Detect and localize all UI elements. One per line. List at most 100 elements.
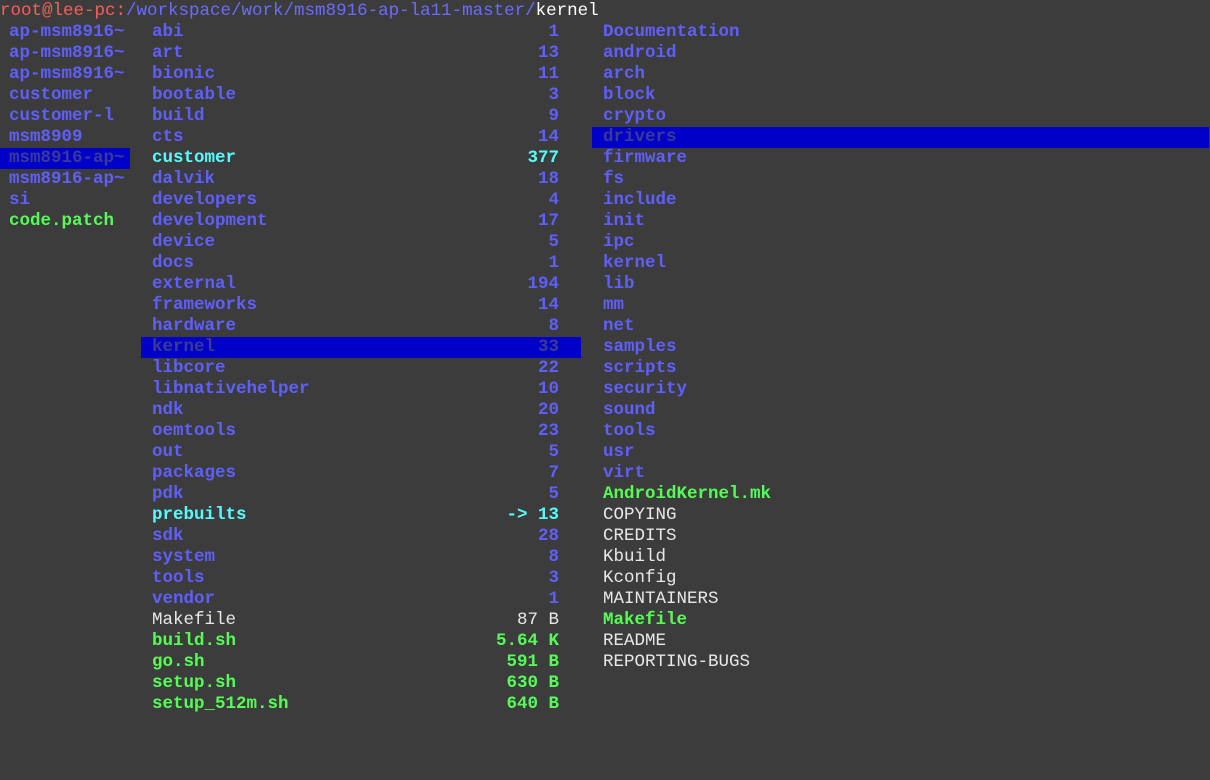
file-entry[interactable]: setup_512m.sh 640 B — [141, 694, 581, 715]
file-entry[interactable]: Kbuild — [592, 547, 1209, 568]
directory-entry[interactable]: out 5 — [141, 442, 581, 463]
file-entry[interactable]: REPORTING-BUGS — [592, 652, 1209, 673]
directory-entry[interactable]: security — [592, 379, 1209, 400]
directory-entry[interactable]: scripts — [592, 358, 1209, 379]
directory-entry[interactable]: kernel 33 — [141, 337, 581, 358]
file-entry[interactable]: AndroidKernel.mk — [592, 484, 1209, 505]
directory-entry[interactable]: docs 1 — [141, 253, 581, 274]
directory-entry[interactable]: frameworks 14 — [141, 295, 581, 316]
directory-entry[interactable]: block — [592, 85, 1209, 106]
directory-entry[interactable]: vendor 1 — [141, 589, 581, 610]
directory-entry[interactable]: libnativehelper 10 — [141, 379, 581, 400]
directory-entry[interactable]: developers 4 — [141, 190, 581, 211]
entry-name: scripts — [603, 358, 677, 378]
entry-name: samples — [603, 337, 677, 357]
directory-entry[interactable]: tools — [592, 421, 1209, 442]
entry-size: 33 — [537, 337, 559, 357]
directory-entry[interactable]: samples — [592, 337, 1209, 358]
directory-entry[interactable]: customer — [0, 85, 130, 106]
directory-entry[interactable]: ndk 20 — [141, 400, 581, 421]
entry-size: 3 — [548, 568, 559, 588]
entry-name: net — [603, 316, 635, 336]
directory-entry[interactable]: device 5 — [141, 232, 581, 253]
directory-entry[interactable]: net — [592, 316, 1209, 337]
directory-entry[interactable]: ap-msm8916~ — [0, 22, 130, 43]
directory-entry[interactable]: ipc — [592, 232, 1209, 253]
directory-entry[interactable]: development 17 — [141, 211, 581, 232]
directory-entry[interactable]: fs — [592, 169, 1209, 190]
directory-entry[interactable]: ap-msm8916~ — [0, 43, 130, 64]
directory-entry[interactable]: usr — [592, 442, 1209, 463]
file-entry[interactable]: Makefile — [592, 610, 1209, 631]
file-entry[interactable]: COPYING — [592, 505, 1209, 526]
directory-entry[interactable]: external 194 — [141, 274, 581, 295]
entry-size: 1 — [548, 589, 559, 609]
entry-name: security — [603, 379, 688, 399]
directory-entry[interactable]: customer-l — [0, 106, 130, 127]
file-entry[interactable]: Makefile 87 B — [141, 610, 581, 631]
entry-name: Makefile — [603, 610, 688, 630]
directory-entry[interactable]: drivers — [592, 127, 1209, 148]
entry-size: 18 — [537, 169, 559, 189]
directory-entry[interactable]: packages 7 — [141, 463, 581, 484]
directory-entry[interactable]: build 9 — [141, 106, 581, 127]
directory-entry[interactable]: msm8909 — [0, 127, 130, 148]
directory-entry[interactable]: cts 14 — [141, 127, 581, 148]
directory-entry[interactable]: sound — [592, 400, 1209, 421]
entry-name: firmware — [603, 148, 688, 168]
entry-size: 591 B — [506, 652, 559, 672]
entry-name: out — [152, 442, 184, 462]
entry-name: kernel — [152, 337, 216, 357]
directory-entry[interactable]: libcore 22 — [141, 358, 581, 379]
file-entry[interactable]: build.sh 5.64 K — [141, 631, 581, 652]
directory-entry[interactable]: android — [592, 43, 1209, 64]
directory-entry[interactable]: dalvik 18 — [141, 169, 581, 190]
directory-entry[interactable]: sdk 28 — [141, 526, 581, 547]
directory-entry[interactable]: kernel — [592, 253, 1209, 274]
directory-entry[interactable]: firmware — [592, 148, 1209, 169]
directory-entry[interactable]: Documentation — [592, 22, 1209, 43]
directory-entry[interactable]: hardware 8 — [141, 316, 581, 337]
entry-name: drivers — [603, 127, 677, 147]
file-entry[interactable]: README — [592, 631, 1209, 652]
file-entry[interactable]: MAINTAINERS — [592, 589, 1209, 610]
directory-entry[interactable]: pdk 5 — [141, 484, 581, 505]
entry-name: msm8909 — [9, 127, 83, 147]
file-entry[interactable]: code.patch — [0, 211, 130, 232]
directory-entry[interactable]: msm8916-ap~ — [0, 169, 130, 190]
directory-entry[interactable]: include — [592, 190, 1209, 211]
entry-size: 1 — [548, 22, 559, 42]
directory-entry[interactable]: abi 1 — [141, 22, 581, 43]
directory-entry[interactable]: system 8 — [141, 547, 581, 568]
entry-name: system — [152, 547, 216, 567]
directory-entry[interactable]: prebuilts -> 13 — [141, 505, 581, 526]
directory-entry[interactable]: init — [592, 211, 1209, 232]
directory-entry[interactable]: tools 3 — [141, 568, 581, 589]
directory-entry[interactable]: customer 377 — [141, 148, 581, 169]
directory-entry[interactable]: crypto — [592, 106, 1209, 127]
entry-name: vendor — [152, 589, 216, 609]
directory-entry[interactable]: art 13 — [141, 43, 581, 64]
directory-entry[interactable]: ap-msm8916~ — [0, 64, 130, 85]
file-entry[interactable]: go.sh 591 B — [141, 652, 581, 673]
directory-entry[interactable]: virt — [592, 463, 1209, 484]
entry-name: oemtools — [152, 421, 237, 441]
directory-entry[interactable]: oemtools 23 — [141, 421, 581, 442]
entry-size: 87 B — [516, 610, 559, 630]
file-entry[interactable]: Kconfig — [592, 568, 1209, 589]
directory-entry[interactable]: si — [0, 190, 130, 211]
directory-entry[interactable]: msm8916-ap~ — [0, 148, 130, 169]
directory-entry[interactable]: arch — [592, 64, 1209, 85]
directory-entry[interactable]: bootable 3 — [141, 85, 581, 106]
file-entry[interactable]: setup.sh 630 B — [141, 673, 581, 694]
prompt-path: /workspace/work/msm8916-ap-la11-master/ — [126, 1, 536, 21]
current-directory-pane: abi 1 art 13 bionic 11 bootable 3 build 9 cts 14 cus… — [141, 22, 581, 715]
directory-entry[interactable]: bionic 11 — [141, 64, 581, 85]
directory-entry[interactable]: lib — [592, 274, 1209, 295]
entry-size: 23 — [537, 421, 559, 441]
file-entry[interactable]: CREDITS — [592, 526, 1209, 547]
entry-name: bootable — [152, 85, 237, 105]
directory-entry[interactable]: mm — [592, 295, 1209, 316]
entry-name: AndroidKernel.mk — [603, 484, 772, 504]
entry-name: customer — [9, 85, 94, 105]
